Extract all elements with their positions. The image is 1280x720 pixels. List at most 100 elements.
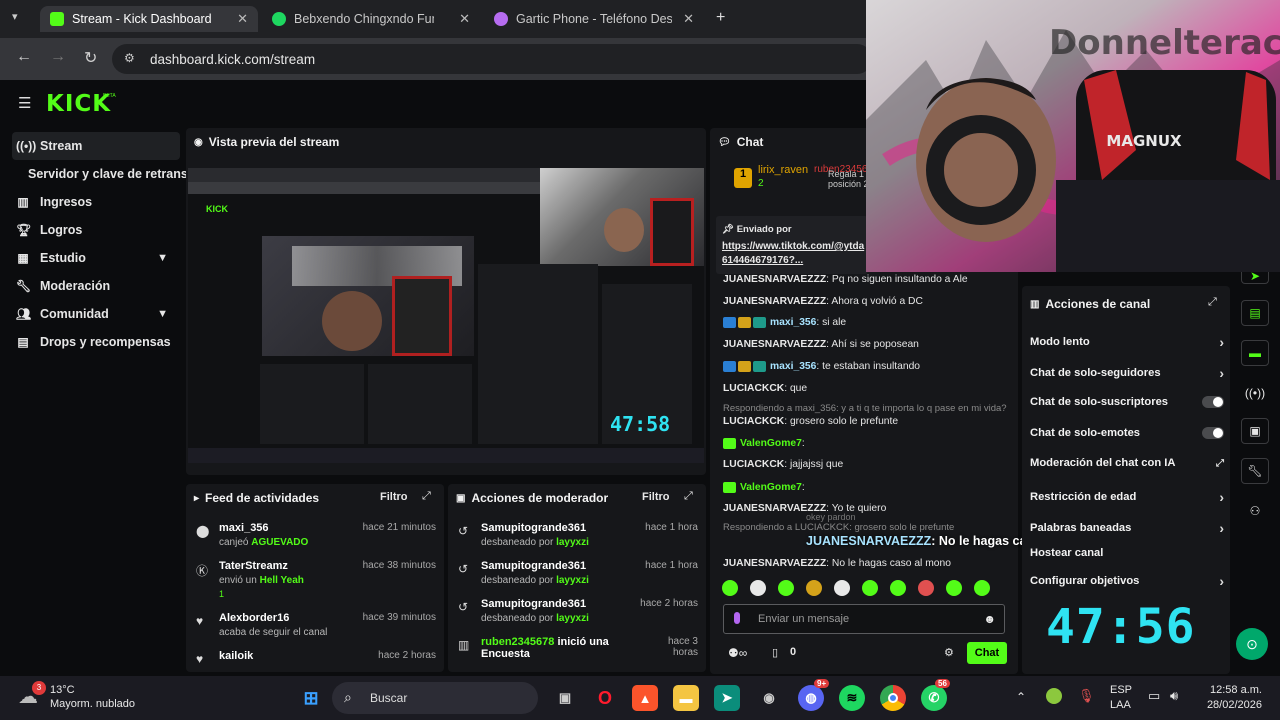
site-info-icon[interactable]: ⚙ — [124, 51, 135, 65]
chat-bubble-icon[interactable]: ▬ — [1241, 340, 1269, 366]
feed-user[interactable]: TaterStreamz — [219, 560, 288, 572]
task-view-icon[interactable]: ▣ — [552, 685, 578, 711]
chat-identity-icon[interactable] — [734, 612, 740, 624]
brave-icon[interactable]: ▲ — [632, 685, 658, 711]
popout-icon[interactable]: ⤢ — [684, 490, 693, 503]
tray-app-icon[interactable] — [1046, 688, 1062, 704]
mod-by[interactable]: layyxzi — [556, 575, 589, 586]
broadcast-icon[interactable]: ((•)) — [1241, 380, 1269, 406]
chrome-icon[interactable] — [880, 685, 906, 711]
sidebar-item-stream[interactable]: ((•)) Stream — [12, 132, 180, 160]
popout-icon[interactable]: ⤢ — [1208, 296, 1217, 309]
chat-username[interactable]: maxi_356 — [770, 317, 816, 328]
channel-action-2[interactable]: Chat de solo-suscriptores — [1030, 396, 1224, 408]
taskbar-search[interactable]: ⌕ Buscar — [332, 682, 538, 714]
weather-widget[interactable]: ☁ 3 — [18, 681, 46, 712]
layout-icon[interactable]: ▣ — [1241, 418, 1269, 444]
obs-icon[interactable]: ◉ — [756, 685, 782, 711]
chat-message[interactable]: LUCIACKCK: que — [723, 383, 1013, 394]
chat-username[interactable]: JUANESNARVAEZZZ — [723, 339, 826, 350]
mod-by[interactable]: layyxzi — [556, 613, 589, 624]
tab-search-icon[interactable]: ▾ — [12, 10, 18, 23]
chat-message[interactable]: JUANESNARVAEZZZ: Yo te quiero — [723, 503, 1013, 514]
back-icon[interactable]: ← — [16, 48, 32, 66]
feed-filter-button[interactable]: Filtro — [380, 491, 408, 503]
chat-username[interactable]: JUANESNARVAEZZZ — [723, 274, 826, 285]
emote-icon[interactable] — [778, 580, 794, 596]
pinned-link-2[interactable]: 614464679176?... — [722, 255, 803, 266]
sidebar-item-drops[interactable]: ▤ Drops y recompensas — [12, 328, 180, 356]
chat-username[interactable]: LUCIACKCK — [723, 459, 784, 470]
chat-message[interactable]: ValenGome7: — [723, 438, 1013, 449]
mod-user[interactable]: Samupitogrande361 — [481, 522, 586, 534]
chat-message[interactable]: JUANESNARVAEZZZ: Pq no siguen insultando… — [723, 274, 1013, 285]
users-icon[interactable]: ⚇ — [1241, 498, 1269, 524]
opera-icon[interactable]: O — [592, 685, 618, 711]
close-tab-icon[interactable]: ✕ — [683, 11, 694, 27]
kick-logo[interactable]: KICK — [46, 91, 111, 117]
sidebar-item-moderacion[interactable]: 🔧︎ Moderación — [12, 272, 180, 300]
close-tab-icon[interactable]: ✕ — [237, 11, 248, 27]
channel-action-0[interactable]: Modo lento › — [1030, 334, 1224, 350]
spotify-icon[interactable]: ≋ — [839, 685, 865, 711]
pinned-link[interactable]: https://www.tiktok.com/@ytda — [722, 241, 864, 252]
chat-message[interactable]: JUANESNARVAEZZZ: Ahora q volvió a DC — [723, 296, 1013, 307]
chat-username[interactable]: ValenGome7 — [740, 438, 802, 449]
reload-icon[interactable]: ↻ — [84, 48, 97, 68]
clock-date[interactable]: 28/02/2026 — [1207, 699, 1262, 711]
feed-user[interactable]: kailoik — [219, 650, 253, 662]
tray-chevron-icon[interactable]: ⌃ — [1016, 690, 1026, 704]
gift-prompt[interactable]: Regala 1 s — [828, 169, 871, 179]
sidebar-item-comunidad[interactable]: 👥︎ Comunidad ▼ — [12, 300, 180, 328]
feed-user[interactable]: maxi_356 — [219, 522, 269, 534]
network-icon[interactable]: ▭ — [1148, 688, 1160, 704]
discord-icon[interactable]: ◍ 9+ — [798, 679, 830, 711]
forward-icon[interactable]: → — [50, 48, 66, 66]
emote-icon[interactable] — [974, 580, 990, 596]
emote-icon[interactable] — [918, 580, 934, 596]
poll-user[interactable]: ruben2345678 — [481, 636, 554, 648]
emote-icon[interactable] — [806, 580, 822, 596]
top-gifter-name[interactable]: lirix_raven — [758, 164, 808, 176]
emoji-icon[interactable]: ☻ — [983, 612, 996, 626]
emote-icon[interactable] — [722, 580, 738, 596]
app-icon[interactable]: ➤ — [714, 685, 740, 711]
clock-time[interactable]: 12:58 a.m. — [1210, 684, 1262, 696]
notes-icon[interactable]: ▤ — [1241, 300, 1269, 326]
channel-action-4[interactable]: Moderación del chat con IA ⤢ — [1030, 457, 1224, 469]
whatsapp-icon[interactable]: ✆ 56 — [921, 679, 950, 711]
volume-icon[interactable]: 🔊︎ — [1170, 688, 1178, 704]
sidebar-item-estudio[interactable]: ▦ Estudio ▼ — [12, 244, 180, 272]
channel-action-7[interactable]: Hostear canal — [1030, 547, 1224, 559]
chat-message[interactable]: LUCIACKCK: grosero solo le prefunte — [723, 416, 1013, 427]
channel-action-6[interactable]: Palabras baneadas › — [1030, 520, 1224, 536]
url-field[interactable]: ⚙ dashboard.kick.com/stream — [112, 44, 872, 74]
windows-start-icon[interactable]: ⊞ — [298, 685, 324, 711]
wrench-icon[interactable]: 🔧︎ — [1241, 458, 1269, 484]
new-tab-icon[interactable]: + — [716, 9, 725, 27]
toggle-switch[interactable] — [1202, 427, 1224, 439]
microphone-icon[interactable]: 🎙︎ — [1078, 688, 1095, 704]
close-tab-icon[interactable]: ✕ — [459, 11, 470, 27]
chat-username[interactable]: maxi_356 — [770, 361, 816, 372]
mod-user[interactable]: Samupitogrande361 — [481, 598, 586, 610]
chat-message[interactable]: maxi_356: si ale — [723, 317, 1013, 328]
chat-username[interactable]: JUANESNARVAEZZZ — [723, 558, 826, 569]
file-explorer-icon[interactable]: ▬ — [673, 685, 699, 711]
emote-icon[interactable] — [890, 580, 906, 596]
chat-reply-context[interactable]: Respondiendo a LUCIACKCK: grosero solo l… — [723, 522, 1013, 533]
chat-message[interactable]: ValenGome7: — [723, 482, 1013, 493]
emote-icon[interactable] — [862, 580, 878, 596]
toggle-switch[interactable] — [1202, 396, 1224, 408]
language-layout[interactable]: LAA — [1110, 699, 1131, 711]
sidebar-item-logros[interactable]: 🏆︎ Logros — [12, 216, 180, 244]
tab-gartic-phone[interactable]: Gartic Phone - Teléfono Descor ✕ — [484, 6, 704, 32]
chat-message[interactable]: JUANESNARVAEZZZ: Ahí si se poposean — [723, 339, 1013, 350]
channel-action-5[interactable]: Restricción de edad › — [1030, 489, 1224, 505]
mod-user[interactable]: Samupitogrande361 — [481, 560, 586, 572]
sidebar-item-server-key[interactable]: Servidor y clave de retransm — [24, 160, 199, 188]
emote-icon[interactable] — [834, 580, 850, 596]
popout-icon[interactable]: ⤢ — [422, 490, 431, 503]
feed-user[interactable]: Alexborder16 — [219, 612, 289, 624]
emote-icon[interactable] — [946, 580, 962, 596]
